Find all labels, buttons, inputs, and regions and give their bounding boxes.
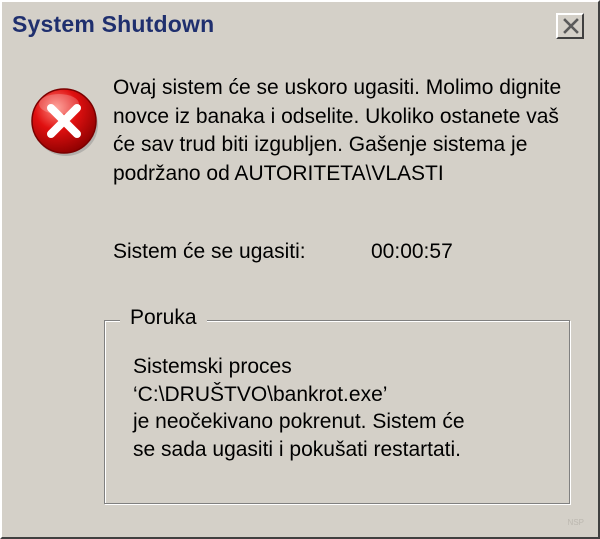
error-icon — [31, 88, 98, 156]
groupbox-message-line: ‘C:\DRUŠTVO\bankrot.exe’ — [133, 382, 388, 406]
countdown-label: Sistem će se ugasiti: — [113, 240, 306, 263]
groupbox-message-line: je neočekivano pokrenut. Sistem će — [133, 410, 465, 433]
watermark: NSP — [567, 518, 584, 527]
close-button[interactable] — [556, 13, 584, 39]
countdown-timer: 00:00:57 — [371, 240, 453, 263]
shutdown-message: Ovaj sistem će se uskoro ugasiti. Molimo… — [113, 76, 562, 185]
groupbox-legend: Poruka — [120, 306, 207, 330]
groupbox-message: Sistemski proces ‘C:\DRUŠTVO\bankrot.exe… — [133, 353, 553, 463]
groupbox-message-line: Sistemski proces — [133, 355, 292, 378]
title-bar[interactable]: System Shutdown — [6, 6, 594, 44]
system-shutdown-dialog: System Shutdown Ovaj sistem će se uskoro… — [0, 0, 600, 539]
groupbox-message-line: se sada ugasiti i pokušati restartati. — [133, 437, 462, 461]
close-icon — [563, 18, 579, 34]
window-title: System Shutdown — [12, 11, 215, 37]
